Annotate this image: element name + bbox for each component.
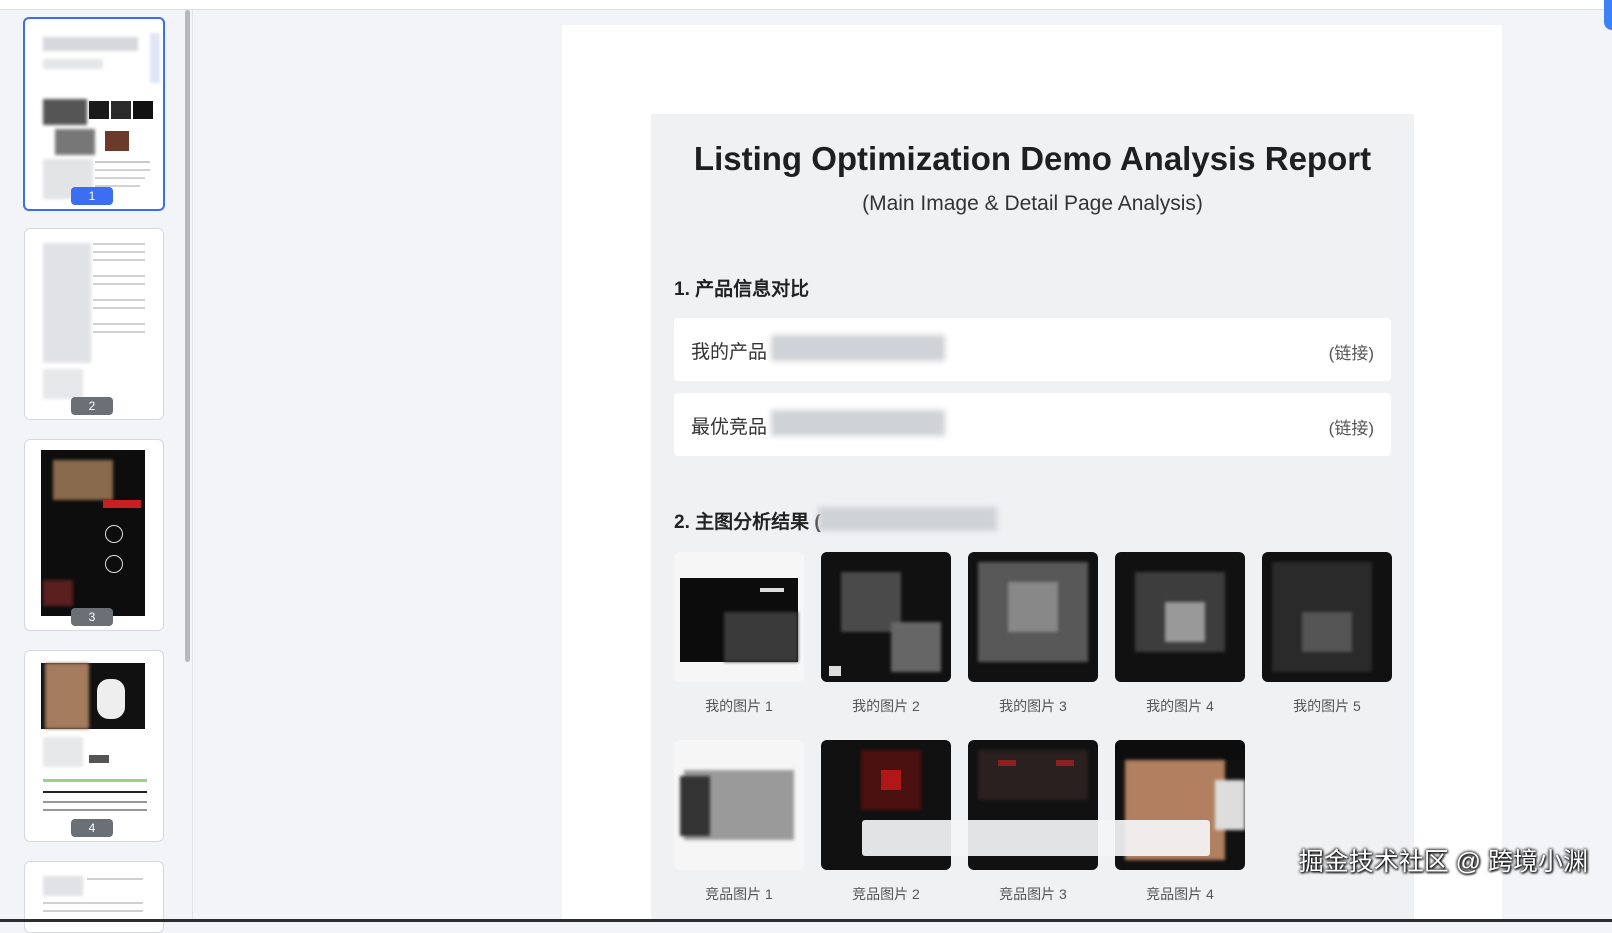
product-link[interactable]: (链接)	[1329, 339, 1374, 364]
page-thumbnail-3[interactable]: 3	[24, 439, 164, 631]
page-thumbnail-5[interactable]	[24, 861, 164, 933]
product-label: 最优竞品	[691, 417, 768, 438]
product-label: 我的产品	[691, 342, 768, 363]
corner-indicator	[1604, 0, 1612, 30]
image-caption: 我的图片 5	[1293, 698, 1361, 714]
page-thumbnail-2[interactable]: 2	[24, 228, 164, 420]
product-row-mine: 我的产品 (链接)	[674, 318, 1391, 381]
page-number-badge: 3	[71, 608, 113, 626]
image-caption: 竞品图片 3	[999, 886, 1067, 902]
page-number-badge: 4	[71, 819, 113, 837]
product-link[interactable]: (链接)	[1329, 414, 1374, 439]
redaction-overlay	[862, 820, 1210, 856]
image-caption: 我的图片 3	[999, 698, 1067, 714]
top-border	[0, 0, 1612, 10]
report-card: Listing Optimization Demo Analysis Repor…	[651, 114, 1414, 922]
my-image-1[interactable]	[674, 552, 804, 682]
report-title: Listing Optimization Demo Analysis Repor…	[693, 140, 1372, 177]
my-image-4[interactable]	[1115, 552, 1245, 682]
thumbnail-sidebar: 1 2 3 4	[0, 10, 193, 933]
page-thumbnail-1[interactable]: 1	[23, 17, 165, 211]
report-subtitle: (Main Image & Detail Page Analysis)	[862, 192, 1203, 215]
section-heading-product-info: 1. 产品信息对比	[674, 279, 810, 300]
image-caption: 竞品图片 4	[1146, 886, 1214, 902]
my-image-2[interactable]	[821, 552, 951, 682]
sidebar-scrollbar[interactable]	[185, 10, 190, 662]
page-number-badge: 1	[71, 187, 113, 205]
my-image-3[interactable]	[968, 552, 1098, 682]
page-thumbnail-4[interactable]: 4	[24, 650, 164, 842]
product-row-competitor: 最优竞品 (链接)	[674, 393, 1391, 456]
image-caption: 我的图片 1	[705, 698, 773, 714]
redacted-heading-text	[818, 507, 997, 531]
section-heading-main-image: 2. 主图分析结果 (	[674, 512, 821, 533]
image-caption: 我的图片 4	[1146, 698, 1214, 714]
my-image-5[interactable]	[1262, 552, 1392, 682]
image-caption: 竞品图片 1	[705, 886, 773, 902]
watermark: 掘金技术社区 @ 跨境小渊	[1298, 848, 1588, 876]
page-number-badge: 2	[71, 397, 113, 415]
image-caption: 我的图片 2	[852, 698, 920, 714]
redacted-product-name	[771, 410, 945, 436]
competitor-image-1[interactable]	[674, 740, 804, 870]
image-caption: 竞品图片 2	[852, 886, 920, 902]
redacted-product-name	[771, 335, 945, 361]
